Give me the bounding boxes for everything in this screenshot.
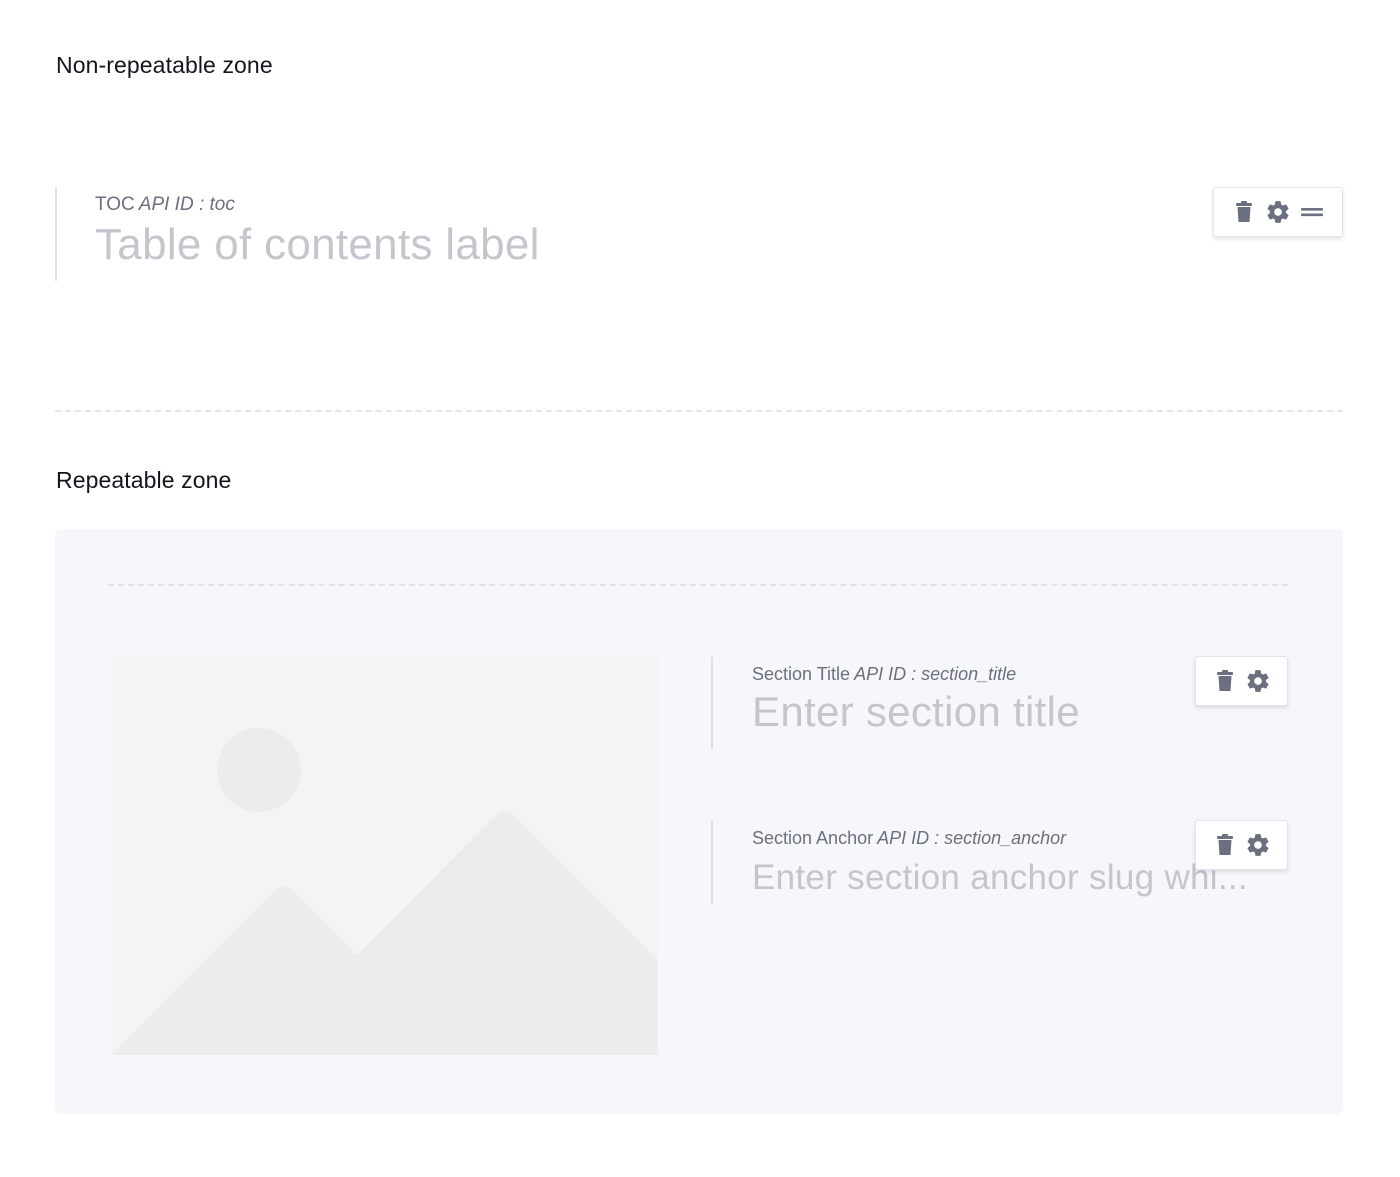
zone-divider [55,410,1343,412]
section-title-field-border [711,657,713,749]
slice-editor: Non-repeatable zone TOC API ID : toc Tabl… [0,0,1400,1177]
image-placeholder-icon [112,655,658,1055]
settings-button[interactable] [1244,667,1272,695]
toc-field-api-id: API ID : toc [138,194,235,215]
settings-button[interactable] [1264,198,1292,226]
repeatable-item-divider [108,584,1288,586]
toc-field-meta: TOC API ID : toc [95,194,235,216]
toc-field-placeholder[interactable]: Table of contents label [95,220,540,270]
section-anchor-field-meta: Section Anchor API ID : section_anchor [752,828,1066,849]
delete-button[interactable] [1211,831,1239,859]
section-title-field-api-id: API ID : section_title [854,664,1017,684]
image-placeholder[interactable] [112,655,658,1055]
section-anchor-placeholder[interactable]: Enter section anchor slug whi... [752,858,1258,898]
settings-button[interactable] [1244,831,1272,859]
trash-icon [1217,834,1233,855]
drag-handle[interactable] [1298,198,1326,226]
section-anchor-field-label: Section Anchor [752,828,874,848]
section-anchor-field-border [711,821,713,905]
repeatable-zone-heading: Repeatable zone [56,467,232,493]
trash-icon [1236,201,1252,222]
section-title-placeholder[interactable]: Enter section title [752,688,1080,736]
gear-icon [1247,834,1269,856]
trash-icon [1217,670,1233,691]
non-repeatable-zone-heading: Non-repeatable zone [56,52,273,78]
gear-icon [1267,201,1289,223]
toc-field-border [55,188,57,281]
section-title-toolbar [1195,656,1288,706]
section-anchor-toolbar [1195,820,1288,870]
section-title-field-label: Section Title [752,664,851,684]
delete-button[interactable] [1230,198,1258,226]
toc-field-toolbar [1213,187,1343,237]
section-title-field-meta: Section Title API ID : section_title [752,664,1016,685]
gear-icon [1247,670,1269,692]
delete-button[interactable] [1211,667,1239,695]
drag-handle-icon [1301,208,1323,217]
section-anchor-field-api-id: API ID : section_anchor [877,828,1067,848]
toc-field-label: TOC [95,194,135,215]
